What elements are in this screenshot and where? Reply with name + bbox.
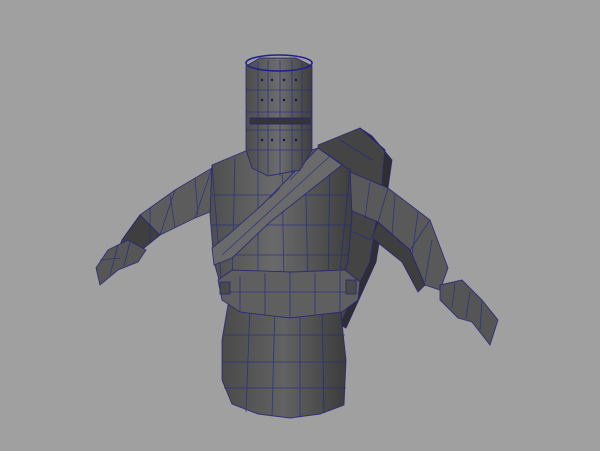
belt[interactable] — [217, 269, 361, 319]
tunic-skirt[interactable] — [221, 304, 347, 419]
belt-buckle — [345, 279, 357, 295]
helmet-visor-slit — [249, 117, 311, 125]
bucket-helmet[interactable] — [245, 54, 313, 177]
left-arm[interactable] — [95, 167, 216, 286]
3d-viewport[interactable] — [0, 0, 600, 451]
knight-mesh[interactable] — [0, 0, 600, 451]
belt-loop — [219, 281, 231, 295]
